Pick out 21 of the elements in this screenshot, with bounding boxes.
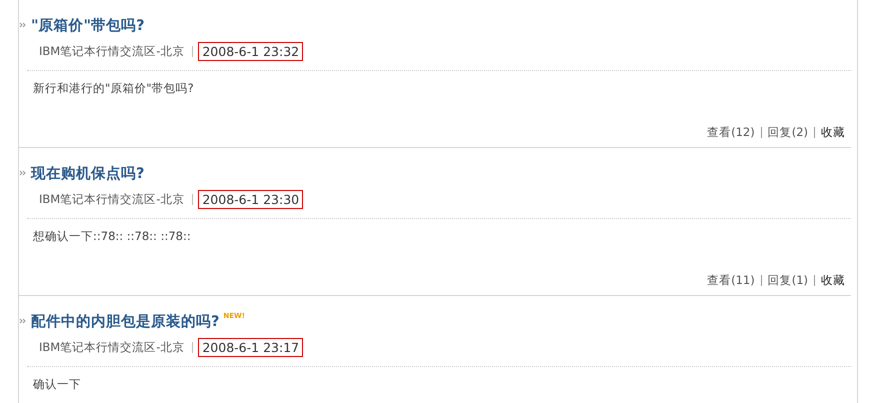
post-time: 2008-6-1 23:17: [198, 338, 304, 356]
arrow-icon: [19, 317, 27, 325]
forum-name[interactable]: IBM笔记本行情交流区-北京: [39, 340, 184, 354]
arrow-icon: [19, 21, 27, 29]
forum-name[interactable]: IBM笔记本行情交流区-北京: [39, 44, 184, 58]
post-title[interactable]: 现在购机保点吗?: [31, 164, 144, 182]
post-action-link[interactable]: 查看(12): [707, 124, 755, 140]
arrow-icon: [19, 169, 27, 177]
post-action-link[interactable]: 收藏: [821, 124, 845, 140]
post-time: 2008-6-1 23:32: [198, 42, 304, 60]
forum-name[interactable]: IBM笔记本行情交流区-北京: [39, 192, 184, 206]
post-action-link[interactable]: 查看(11): [707, 272, 755, 288]
post-body: 新行和港行的"原箱价"带包吗?: [32, 80, 195, 97]
post-action-link[interactable]: 回复(1): [768, 272, 808, 288]
post-body: 确认一下: [32, 376, 82, 393]
post-time: 2008-6-1 23:30: [198, 190, 304, 208]
post-action-link[interactable]: 回复(2): [768, 124, 808, 140]
post-title[interactable]: "原箱价"带包吗?: [31, 16, 145, 34]
post-body: 想确认一下::78:: ::78:: ::78::: [32, 228, 192, 245]
post-action-link[interactable]: 收藏: [821, 272, 845, 288]
post-title[interactable]: 配件中的内胆包是原装的吗?: [31, 312, 220, 330]
